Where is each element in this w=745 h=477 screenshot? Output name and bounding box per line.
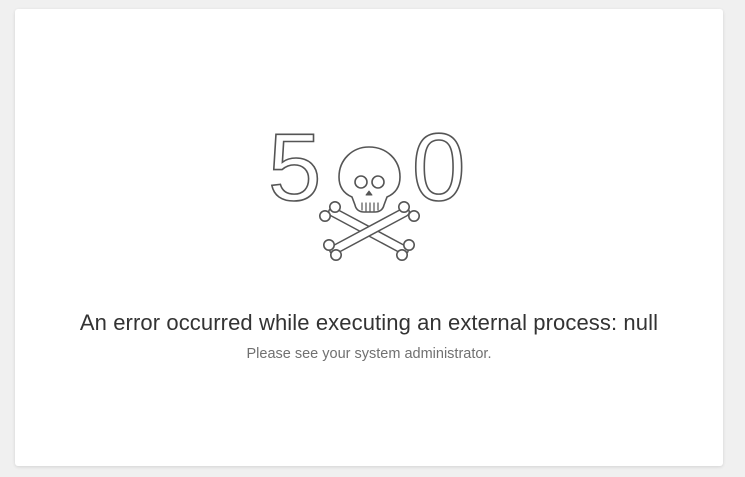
error-message: An error occurred while executing an ext… [79, 310, 659, 335]
error-hint: Please see your system administrator. [246, 346, 492, 362]
error-card [15, 9, 723, 466]
